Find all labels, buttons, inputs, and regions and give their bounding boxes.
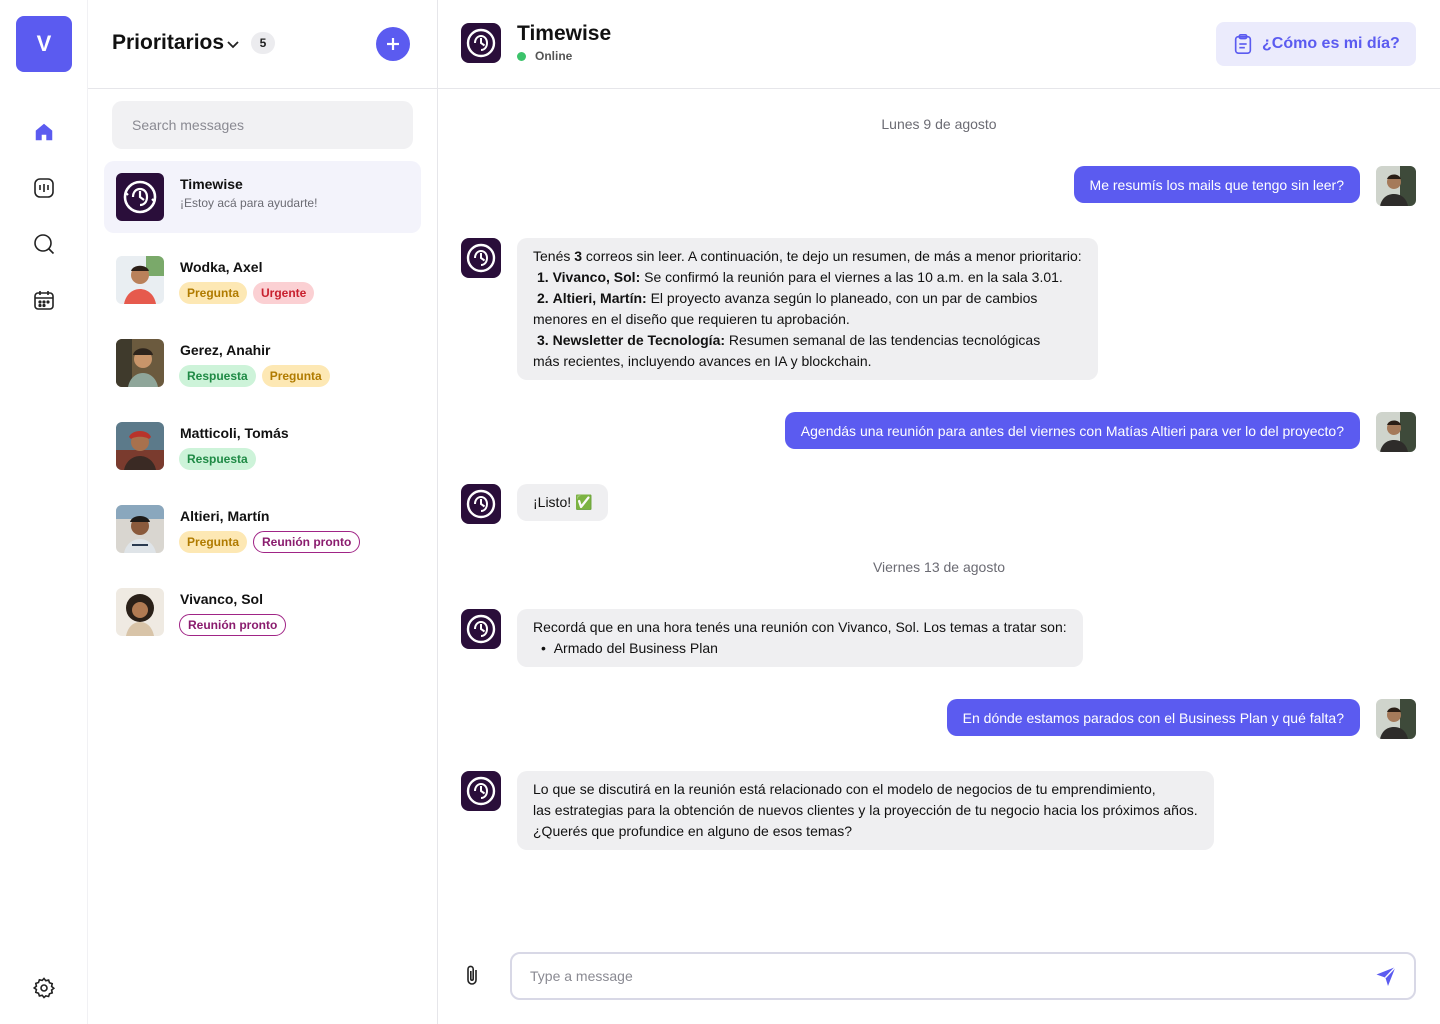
status-text: Online [535, 49, 573, 63]
list-item: 1. Vivanco, Sol: Se confirmó la reunión … [537, 269, 1063, 285]
date-separator: Lunes 9 de agosto [881, 116, 997, 132]
conversation-item-timewise[interactable]: Timewise ¡Estoy acá para ayudarte! [104, 161, 421, 233]
message-composer [510, 952, 1416, 1000]
app-rail: V [0, 0, 88, 1024]
list-count-badge: 5 [251, 32, 275, 54]
avatar [116, 505, 164, 553]
calendar-icon[interactable] [30, 286, 58, 314]
user-avatar [1376, 166, 1416, 206]
list-item: • Armado del Business Plan [541, 640, 718, 656]
conversation-item-matticoli-tomas[interactable]: Matticoli, Tomás Respuesta [104, 410, 421, 482]
settings-icon[interactable] [30, 974, 58, 1002]
home-icon[interactable] [30, 118, 58, 146]
list-title[interactable]: Prioritarios [112, 31, 224, 55]
clipboard-icon [1234, 34, 1252, 54]
user-message: Agendás una reunión para antes del viern… [784, 412, 1360, 449]
add-conversation-button[interactable] [376, 27, 410, 61]
dashboard-icon[interactable] [30, 174, 58, 202]
chat-panel: Timewise Online ¿Cómo es mi día? Lunes 9… [438, 0, 1440, 1024]
tag-pregunta: Pregunta [179, 282, 248, 304]
chat-title: Timewise [517, 22, 612, 45]
conversation-name: Gerez, Anahir [180, 342, 271, 358]
workspace-avatar[interactable]: V [16, 16, 72, 72]
bot-message: Tenés 3 correos sin leer. A continuación… [517, 238, 1098, 380]
conversation-name: Matticoli, Tomás [180, 425, 289, 441]
conversation-list-panel: Prioritarios 5 Timewise ¡Estoy acá para … [88, 0, 438, 1024]
conversation-name: Wodka, Axel [180, 259, 263, 275]
message-line: Lo que se discutirá en la reunión está r… [533, 781, 1156, 797]
message-line: ¿Querés que profundice en alguno de esos… [533, 823, 853, 839]
message-line: Recordá que en una hora tenés una reunió… [533, 619, 1067, 635]
user-message: Me resumís los mails que tengo sin leer? [1073, 166, 1360, 203]
how-is-my-day-label: ¿Cómo es mi día? [1262, 35, 1400, 52]
timewise-logo [461, 23, 501, 63]
user-avatar [1376, 412, 1416, 452]
message-line: más recientes, incluyendo avances en IA … [533, 353, 872, 369]
user-avatar [1376, 699, 1416, 739]
conversation-item-wodka-axel[interactable]: Wodka, Axel Pregunta Urgente [104, 244, 421, 316]
list-item: 3. Newsletter de Tecnología: Resumen sem… [537, 332, 1041, 348]
online-status-dot [517, 52, 526, 61]
message-line: Tenés 3 correos sin leer. A continuación… [533, 248, 1082, 264]
message-line: las estrategias para la obtención de nue… [533, 802, 1198, 818]
avatar [116, 588, 164, 636]
how-is-my-day-button[interactable]: ¿Cómo es mi día? [1216, 22, 1416, 66]
plus-icon [387, 38, 399, 50]
date-separator: Viernes 13 de agosto [872, 559, 1006, 575]
conversation-name: Altieri, Martín [180, 508, 270, 524]
conversation-item-gerez-anahir[interactable]: Gerez, Anahir Respuesta Pregunta [104, 327, 421, 399]
tag-group: Respuesta Pregunta [179, 365, 330, 387]
avatar [116, 422, 164, 470]
timewise-logo [461, 609, 501, 649]
avatar [116, 256, 164, 304]
tag-group: Reunión pronto [179, 614, 287, 636]
message-line: ¡Listo! ✅ [533, 494, 593, 510]
check-icon: ✅ [575, 494, 593, 510]
tag-urgente: Urgente [253, 282, 315, 304]
timewise-logo [461, 771, 501, 811]
conversation-subtitle: ¡Estoy acá para ayudarte! [180, 196, 318, 210]
chevron-down-icon[interactable] [225, 36, 241, 52]
bot-message: Recordá que en una hora tenés una reunió… [517, 609, 1083, 667]
bot-message: Lo que se discutirá en la reunión está r… [517, 771, 1214, 850]
conversation-name: Timewise [180, 176, 243, 192]
conversation-item-altieri-martin[interactable]: Altieri, Martín Pregunta Reunión pronto [104, 493, 421, 565]
tag-respuesta: Respuesta [179, 448, 256, 470]
tag-group: Pregunta Reunión pronto [179, 531, 361, 553]
chat-header: Timewise Online ¿Cómo es mi día? [438, 0, 1440, 89]
timewise-logo [461, 484, 501, 524]
attach-icon[interactable] [462, 964, 484, 988]
list-header: Prioritarios 5 [88, 0, 438, 89]
tag-reunion-pronto: Reunión pronto [253, 531, 361, 553]
tag-group: Respuesta [179, 448, 256, 470]
avatar [116, 339, 164, 387]
search-input[interactable] [112, 101, 413, 149]
message-line: menores en el diseño que requieren tu ap… [533, 311, 850, 327]
search-icon[interactable] [30, 230, 58, 258]
tag-pregunta: Pregunta [179, 531, 248, 553]
message-input[interactable] [512, 954, 1352, 998]
tag-reunion-pronto: Reunión pronto [179, 614, 287, 636]
timewise-logo [116, 173, 164, 221]
bot-message: ¡Listo! ✅ [517, 484, 609, 521]
conversation-name: Vivanco, Sol [180, 591, 263, 607]
user-message: En dónde estamos parados con el Business… [946, 699, 1360, 736]
send-icon[interactable] [1374, 964, 1398, 988]
tag-group: Pregunta Urgente [179, 282, 315, 304]
list-item: 2. Altieri, Martín: El proyecto avanza s… [537, 290, 1038, 306]
timewise-logo [461, 238, 501, 278]
conversation-item-vivanco-sol[interactable]: Vivanco, Sol Reunión pronto [104, 576, 421, 648]
tag-pregunta: Pregunta [261, 365, 330, 387]
tag-respuesta: Respuesta [179, 365, 256, 387]
